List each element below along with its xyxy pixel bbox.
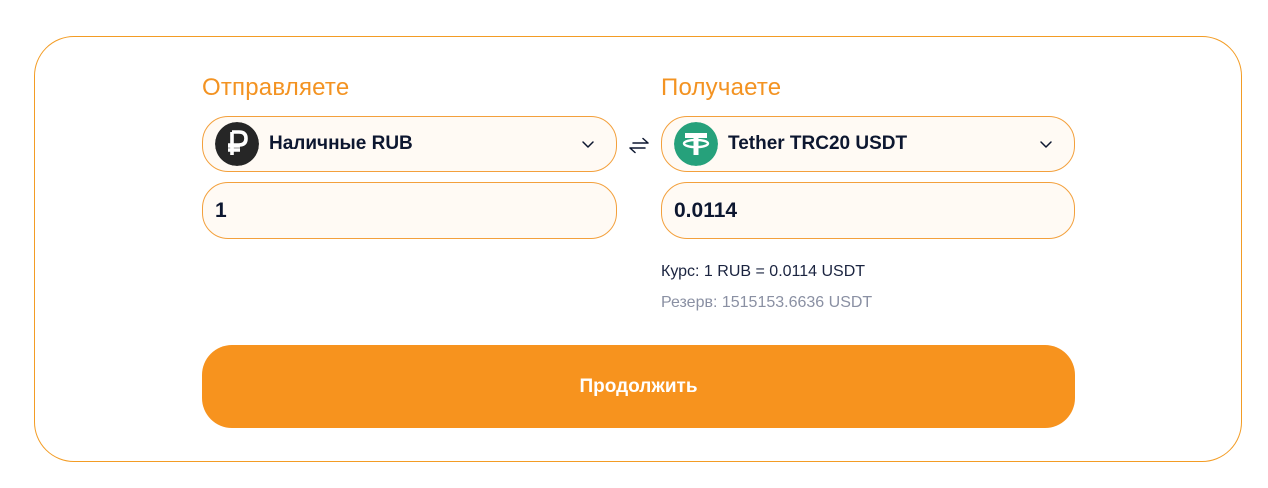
send-amount-field[interactable] xyxy=(202,182,617,239)
send-currency-label: Наличные RUB xyxy=(269,133,413,154)
send-amount-input[interactable] xyxy=(203,198,616,223)
reserve-text: Резерв: 1515153.6636 USDT xyxy=(661,294,873,311)
receive-currency-label: Tether TRC20 USDT xyxy=(728,133,908,154)
send-currency-select[interactable]: Наличные RUB xyxy=(202,116,617,172)
receive-heading: Получаете xyxy=(661,74,782,101)
chevron-down-icon xyxy=(582,141,594,148)
send-heading: Отправляете xyxy=(202,74,350,101)
receive-currency-select[interactable]: Tether TRC20 USDT xyxy=(661,116,1075,172)
chevron-down-icon xyxy=(1040,141,1052,148)
continue-button[interactable]: Продолжить xyxy=(202,345,1075,428)
receive-amount-field[interactable] xyxy=(661,182,1075,239)
receive-amount-input[interactable] xyxy=(662,198,1074,223)
exchange-rate-text: Курс: 1 RUB = 0.0114 USDT xyxy=(661,263,866,280)
tether-icon xyxy=(674,122,718,166)
ruble-icon xyxy=(215,122,259,166)
swap-arrows-icon[interactable] xyxy=(626,134,652,156)
